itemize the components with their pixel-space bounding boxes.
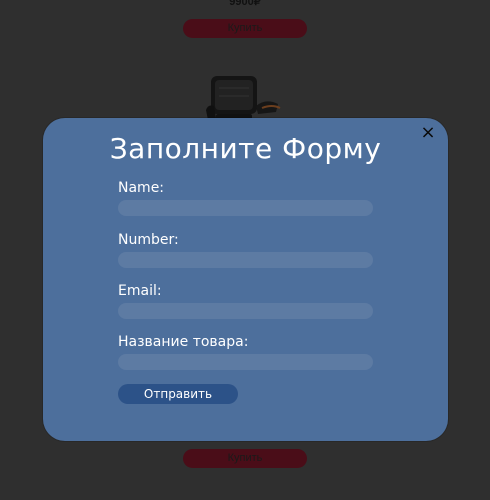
name-field-group: Name: <box>118 180 373 216</box>
submit-button[interactable]: Отправить <box>118 384 238 404</box>
product-name-field-group: Название товара: <box>118 334 373 370</box>
product-name-label: Название товара: <box>118 334 249 350</box>
number-label: Number: <box>118 232 179 248</box>
number-input[interactable] <box>118 252 373 268</box>
number-field-group: Number: <box>118 232 373 268</box>
buy-button[interactable]: Купить <box>183 19 307 38</box>
modal-title: Заполните Форму <box>109 132 382 165</box>
email-label: Email: <box>118 283 162 299</box>
email-input[interactable] <box>118 303 373 319</box>
product-name-input[interactable] <box>118 354 373 370</box>
name-label: Name: <box>118 180 165 196</box>
buy-button[interactable]: Купить <box>183 449 307 468</box>
email-field-group: Email: <box>118 283 373 319</box>
order-form-modal: × Заполните Форму Name: Number: Email: Н… <box>43 118 448 441</box>
product-price: 9900₽ <box>229 0 261 8</box>
name-input[interactable] <box>118 200 373 216</box>
office-chair-image <box>206 76 281 122</box>
